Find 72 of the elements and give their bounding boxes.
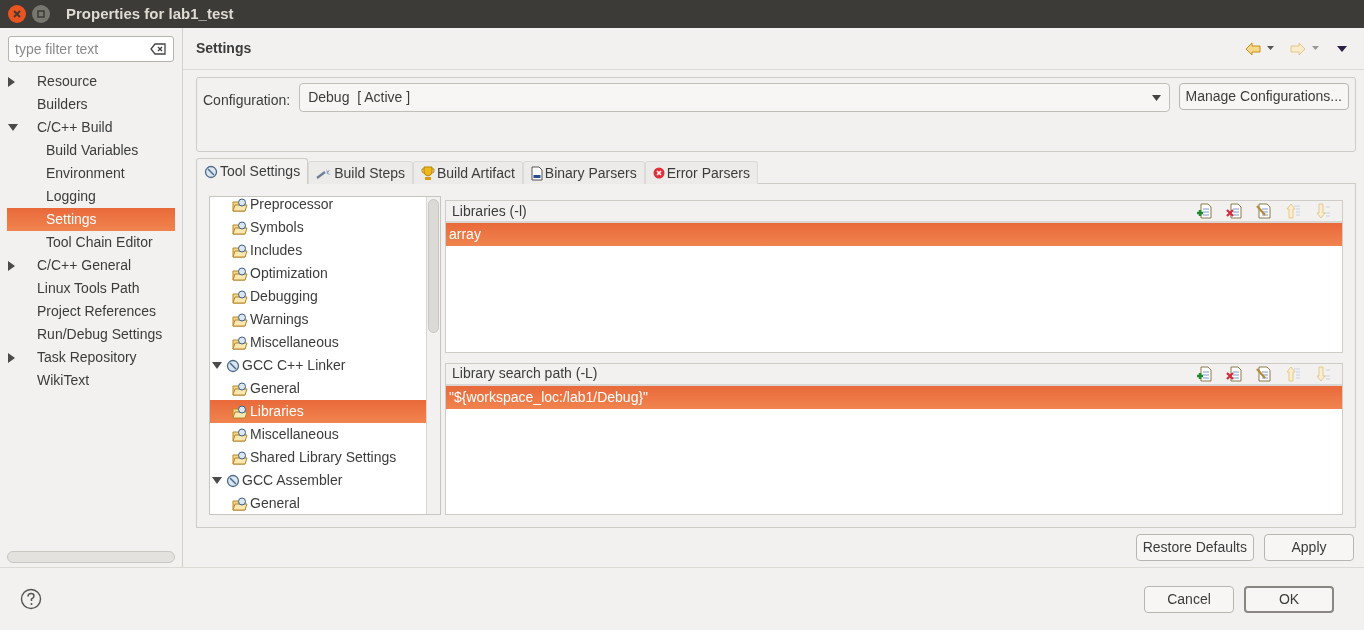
sidebar-item[interactable]: Project References	[7, 300, 175, 323]
dropdown-caret-icon	[1151, 94, 1161, 101]
square-icon	[37, 10, 45, 18]
clear-icon[interactable]	[150, 43, 166, 55]
back-arrow-icon[interactable]	[1245, 41, 1261, 56]
dialog-button[interactable]: Cancel	[1144, 585, 1234, 613]
page-title: Settings	[196, 39, 252, 58]
action-button[interactable]: Restore Defaults	[1135, 534, 1254, 561]
tree-item[interactable]: Symbols	[210, 216, 426, 239]
sidebar-item[interactable]: Resource	[7, 70, 175, 93]
collapsed-arrow-icon[interactable]	[8, 352, 16, 363]
tree-item[interactable]: Warnings	[210, 308, 426, 331]
delete-document-icon[interactable]	[1226, 203, 1242, 219]
expanded-arrow-icon[interactable]	[212, 361, 222, 370]
list-title: Library search path (-L)	[452, 364, 599, 383]
tree-item[interactable]: General	[210, 377, 426, 400]
expanded-arrow-icon[interactable]	[8, 123, 18, 132]
tab[interactable]: Build Steps	[308, 161, 413, 184]
delete-document-icon[interactable]	[1226, 365, 1242, 382]
collapsed-arrow-icon[interactable]	[8, 76, 16, 87]
action-button[interactable]: Apply	[1264, 534, 1354, 561]
tree-item[interactable]: Miscellaneous	[210, 331, 426, 354]
close-icon	[13, 10, 21, 18]
vertical-scrollbar[interactable]	[426, 197, 440, 514]
window-title: Properties for lab1_test	[66, 3, 234, 24]
tree-item[interactable]: GCC Assembler	[210, 469, 426, 492]
add-document-icon[interactable]	[1196, 203, 1212, 219]
sidebar-item[interactable]: Run/Debug Settings	[7, 323, 175, 346]
tab[interactable]: Error Parsers	[644, 161, 758, 184]
sidebar-item[interactable]: Build Variables	[7, 139, 175, 162]
horizontal-scrollbar[interactable]	[7, 551, 175, 563]
dialog-button[interactable]: OK	[1244, 585, 1334, 613]
list-title: Libraries (-l)	[452, 201, 528, 221]
tree-item[interactable]: Debugging	[210, 285, 426, 308]
tree-item[interactable]: Includes	[210, 239, 426, 262]
expanded-arrow-icon[interactable]	[212, 476, 222, 485]
edit-document-icon[interactable]	[1256, 365, 1272, 382]
sidebar-item[interactable]: C/C++ Build	[7, 116, 175, 139]
sidebar-item[interactable]: Tool Chain Editor	[7, 231, 175, 254]
minimize-button[interactable]	[32, 5, 50, 23]
manage-configurations-button[interactable]: Manage Configurations...	[1178, 83, 1349, 110]
document-icon	[530, 165, 543, 181]
scrollbar-thumb[interactable]	[428, 199, 439, 333]
configuration-dropdown[interactable]: Debug [ Active ]	[299, 83, 1170, 112]
tree-item[interactable]: GCC C++ Linker	[210, 354, 426, 377]
sidebar-item[interactable]: Environment	[7, 162, 175, 185]
filter-field[interactable]: type filter text	[8, 36, 174, 62]
configuration-label: Configuration:	[203, 91, 291, 110]
tree-item[interactable]: Optimization	[210, 262, 426, 285]
wand-icon	[316, 167, 333, 179]
add-document-icon[interactable]	[1196, 365, 1212, 382]
dropdown-caret-icon[interactable]	[1267, 46, 1274, 51]
sidebar-item[interactable]: Task Repository	[7, 346, 175, 369]
tree-item[interactable]: General	[210, 492, 426, 514]
tree-item[interactable]: Miscellaneous	[210, 423, 426, 446]
help-icon[interactable]	[20, 588, 42, 610]
close-button[interactable]	[8, 5, 26, 23]
sidebar-item[interactable]: Logging	[7, 185, 175, 208]
trophy-icon	[421, 165, 435, 181]
sidebar-item[interactable]: C/C++ General	[7, 254, 175, 277]
collapsed-arrow-icon[interactable]	[8, 260, 16, 271]
view-menu-icon[interactable]	[1337, 45, 1347, 52]
sidebar-item[interactable]: Linux Tools Path	[7, 277, 175, 300]
tab[interactable]: Build Artifact	[413, 161, 523, 184]
edit-document-icon[interactable]	[1256, 203, 1272, 219]
tab[interactable]: Tool Settings	[196, 158, 309, 184]
sidebar-item[interactable]: Builders	[7, 93, 175, 116]
error-icon	[652, 167, 665, 179]
tree-item[interactable]: Shared Library Settings	[210, 446, 426, 469]
sidebar-item[interactable]: WikiText	[7, 369, 175, 392]
tree-item[interactable]: Preprocessor	[210, 197, 426, 216]
tab[interactable]: Binary Parsers	[522, 161, 645, 184]
